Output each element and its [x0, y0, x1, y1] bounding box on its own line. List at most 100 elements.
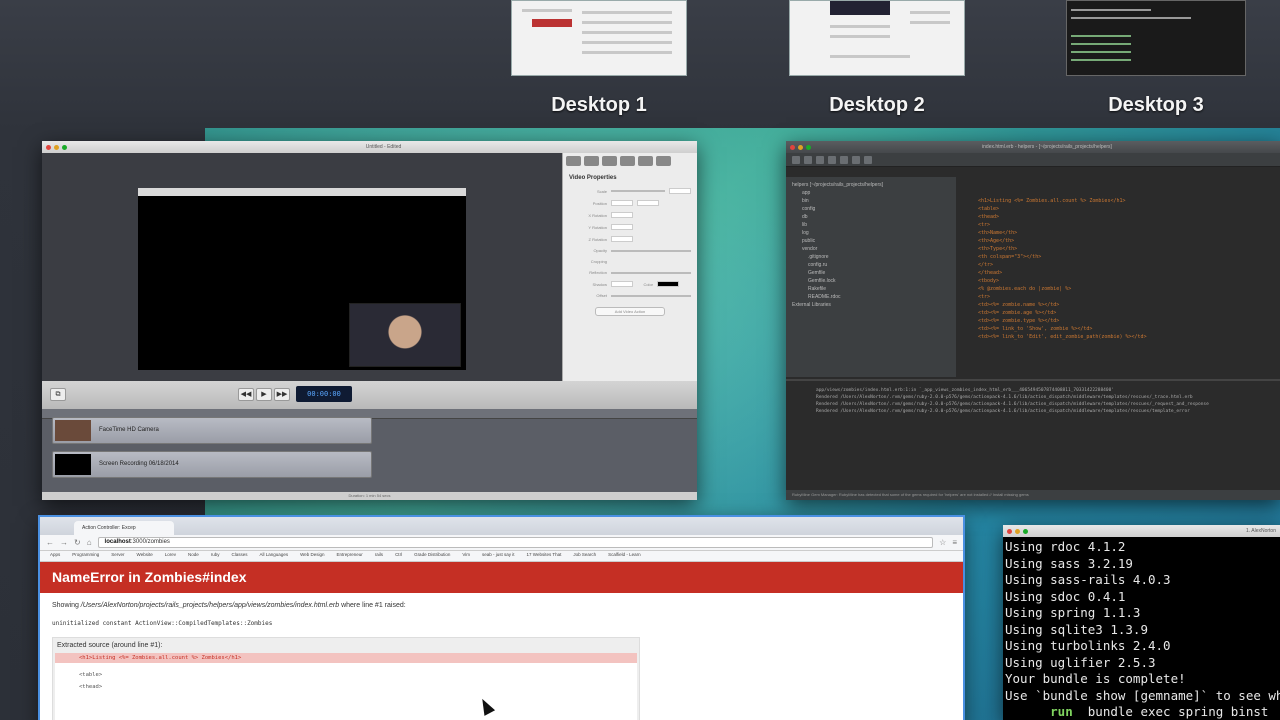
minimize-button[interactable] [1015, 528, 1020, 534]
bookmark-item[interactable]: Lorev [165, 552, 176, 560]
tree-item[interactable]: vendor [792, 245, 950, 253]
menu-icon[interactable]: ≡ [952, 538, 957, 547]
tree-item[interactable]: bin [792, 197, 950, 205]
media-tab-icon[interactable] [656, 156, 671, 166]
bookmark-item[interactable]: rails [375, 552, 383, 560]
close-button[interactable] [46, 144, 51, 150]
rubymine-titlebar[interactable]: index.html.erb - helpers - [~/projects/r… [786, 141, 1280, 153]
rubymine-window[interactable]: index.html.erb - helpers - [~/projects/r… [786, 141, 1280, 500]
tree-item[interactable]: config.ru [792, 261, 950, 269]
tree-item[interactable]: External Libraries [792, 301, 950, 309]
terminal-window[interactable]: 1. AlexNorton Using rdoc 4.1.2 Using sas… [1003, 525, 1280, 720]
code-editor[interactable]: <h1>Listing <%= Zombies.all.count %> Zom… [958, 177, 1280, 379]
zoom-button[interactable] [806, 144, 811, 150]
crop-icon[interactable]: ⧉ [50, 388, 66, 401]
forward-icon[interactable]: → [60, 538, 68, 547]
terminal-output[interactable]: Using rdoc 4.1.2 Using sass 3.2.19 Using… [1003, 537, 1280, 720]
video-tab-icon[interactable] [566, 156, 581, 166]
scale-field[interactable] [669, 188, 691, 194]
reflection-slider[interactable] [611, 271, 691, 274]
shadow-color-swatch[interactable] [657, 281, 679, 287]
toolbar-icon[interactable] [864, 156, 872, 164]
webcam-overlay[interactable] [349, 303, 461, 367]
tree-item[interactable]: Gemfile.lock [792, 277, 950, 285]
browser-tab[interactable]: Action Controller: Excep [74, 521, 174, 535]
minimize-button[interactable] [54, 144, 59, 150]
bookmark-item[interactable]: All Languages [260, 552, 289, 560]
callout-tab-icon[interactable] [620, 156, 635, 166]
desktop-1-thumbnail[interactable] [511, 0, 687, 76]
tree-item[interactable]: config [792, 205, 950, 213]
bookmark-item[interactable]: Scalfield - Learn [608, 552, 641, 560]
offset-slider[interactable] [611, 294, 691, 297]
tree-item[interactable]: helpers [~/projects/rails_projects/helpe… [792, 181, 950, 189]
ide-terminal[interactable]: app/views/zombies/index.html.erb:1:in `_… [786, 379, 1280, 489]
toolbar-icon[interactable] [840, 156, 848, 164]
back-icon[interactable]: ← [46, 538, 54, 547]
audio-tab-icon[interactable] [584, 156, 599, 166]
tree-item[interactable]: Rakefile [792, 285, 950, 293]
tree-item[interactable]: .gitignore [792, 253, 950, 261]
text-tab-icon[interactable] [638, 156, 653, 166]
rewind-icon[interactable]: ◀◀ [238, 388, 254, 401]
bookmark-item[interactable]: Server [111, 552, 124, 560]
toolbar-icon[interactable] [852, 156, 860, 164]
tree-item[interactable]: app [792, 189, 950, 197]
x-rotation-field[interactable] [611, 212, 633, 218]
toolbar-icon[interactable] [792, 156, 800, 164]
toolbar-icon[interactable] [828, 156, 836, 164]
browser-window[interactable]: Action Controller: Excep ← → ↻ ⌂ localho… [38, 515, 965, 720]
fast-forward-icon[interactable]: ▶▶ [274, 388, 290, 401]
z-rotation-field[interactable] [611, 236, 633, 242]
bookmark-item[interactable]: Web Design [300, 552, 324, 560]
tree-item[interactable]: db [792, 213, 950, 221]
position-x-field[interactable] [611, 200, 633, 206]
desktop-3-thumbnail[interactable] [1066, 0, 1246, 76]
bookmark-item[interactable]: Vim [462, 552, 470, 560]
add-video-action-button[interactable]: Add Video Action [595, 307, 665, 316]
timeline-track[interactable]: Screen Recording 06/18/2014 [52, 451, 372, 478]
play-icon[interactable]: ▶ [256, 388, 272, 401]
bookmark-item[interactable]: ruby [211, 552, 220, 560]
bookmark-item[interactable]: Website [137, 552, 153, 560]
desktop-2-thumbnail[interactable] [789, 0, 965, 76]
close-button[interactable] [790, 144, 795, 150]
home-icon[interactable]: ⌂ [87, 538, 92, 547]
zoom-button[interactable] [62, 144, 67, 150]
tree-item[interactable]: public [792, 237, 950, 245]
bookmark-item[interactable]: Classes [232, 552, 248, 560]
toolbar-icon[interactable] [804, 156, 812, 164]
y-rotation-field[interactable] [611, 224, 633, 230]
position-y-field[interactable] [637, 200, 659, 206]
zoom-button[interactable] [1023, 528, 1028, 534]
shadow-field[interactable] [611, 281, 633, 287]
bookmark-item[interactable]: seab - just say it [482, 552, 515, 560]
scale-slider[interactable] [611, 190, 665, 192]
bookmark-item[interactable]: 17 Websites That [527, 552, 562, 560]
bookmark-item[interactable]: Apps [50, 552, 60, 560]
tree-item[interactable]: README.rdoc [792, 293, 950, 301]
close-button[interactable] [1007, 528, 1012, 534]
toolbar-icon[interactable] [816, 156, 824, 164]
bookmark-item[interactable]: Node [188, 552, 199, 560]
screen-tab-icon[interactable] [602, 156, 617, 166]
reload-icon[interactable]: ↻ [74, 538, 81, 547]
bookmark-star-icon[interactable]: ☆ [939, 538, 946, 547]
screenflow-titlebar[interactable]: Untitled - Edited [42, 141, 697, 153]
bookmark-item[interactable]: Ctrl [395, 552, 402, 560]
bookmark-item[interactable]: Programming [72, 552, 99, 560]
tree-item[interactable]: log [792, 229, 950, 237]
url-input[interactable]: localhost:3000/zombies [97, 537, 934, 548]
terminal-titlebar[interactable]: 1. AlexNorton [1003, 525, 1280, 537]
minimize-button[interactable] [798, 144, 803, 150]
bookmark-item[interactable]: Entrepreneur [337, 552, 363, 560]
timeline[interactable]: FaceTime HD Camera Screen Recording 06/1… [42, 409, 697, 500]
tree-item[interactable]: Gemfile [792, 269, 950, 277]
bookmark-item[interactable]: Grade Distribution [414, 552, 450, 560]
timeline-track[interactable]: FaceTime HD Camera [52, 417, 372, 444]
bookmark-item[interactable]: Job Search [573, 552, 596, 560]
tree-item[interactable]: lib [792, 221, 950, 229]
project-tree[interactable]: helpers [~/projects/rails_projects/helpe… [786, 177, 956, 377]
screenflow-window[interactable]: Untitled - Edited Video Properties Scale… [42, 141, 697, 500]
opacity-slider[interactable] [611, 249, 691, 252]
